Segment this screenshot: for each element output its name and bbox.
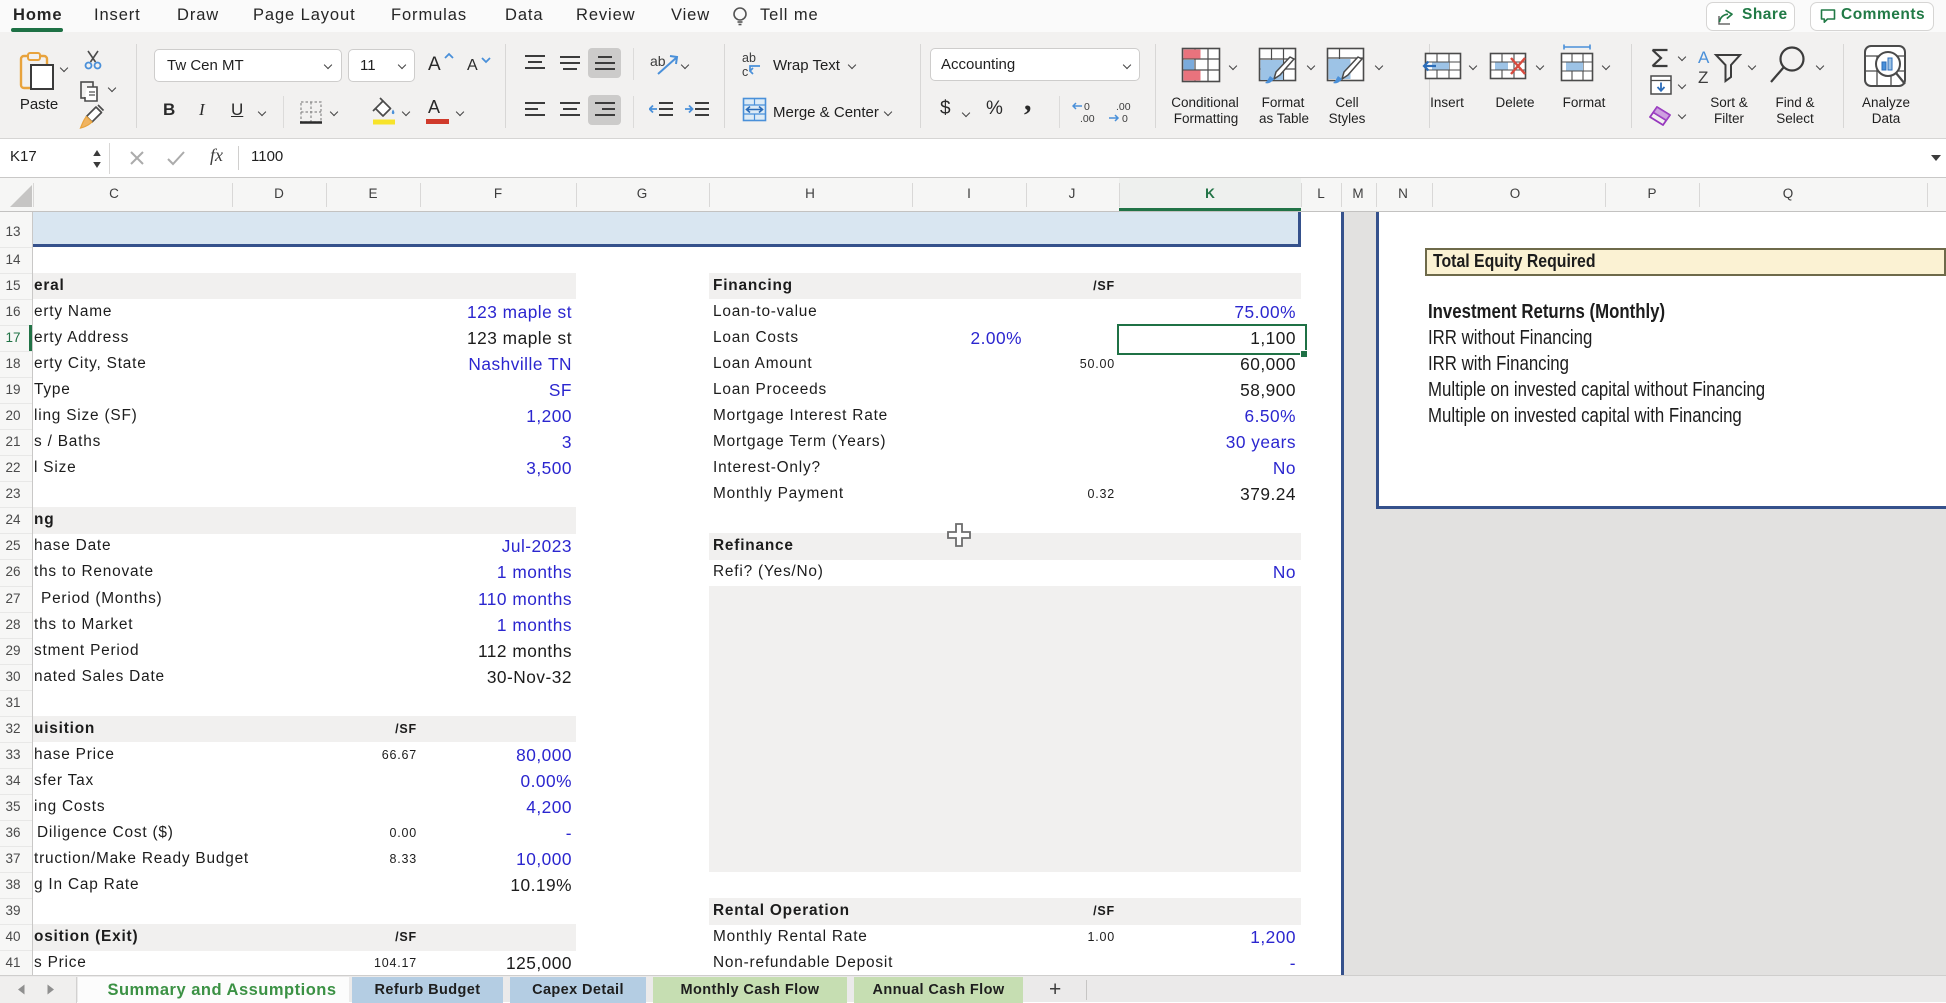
svg-text:0: 0 bbox=[1084, 101, 1090, 113]
svg-text:c: c bbox=[742, 65, 748, 78]
svg-text:ab: ab bbox=[742, 51, 756, 65]
svg-text:0: 0 bbox=[1122, 113, 1128, 124]
svg-text:A: A bbox=[1698, 48, 1710, 67]
svg-text:.00: .00 bbox=[1116, 101, 1131, 113]
svg-text:.00: .00 bbox=[1080, 113, 1095, 124]
svg-text:ab: ab bbox=[650, 53, 666, 69]
svg-text:Z: Z bbox=[1698, 68, 1708, 87]
